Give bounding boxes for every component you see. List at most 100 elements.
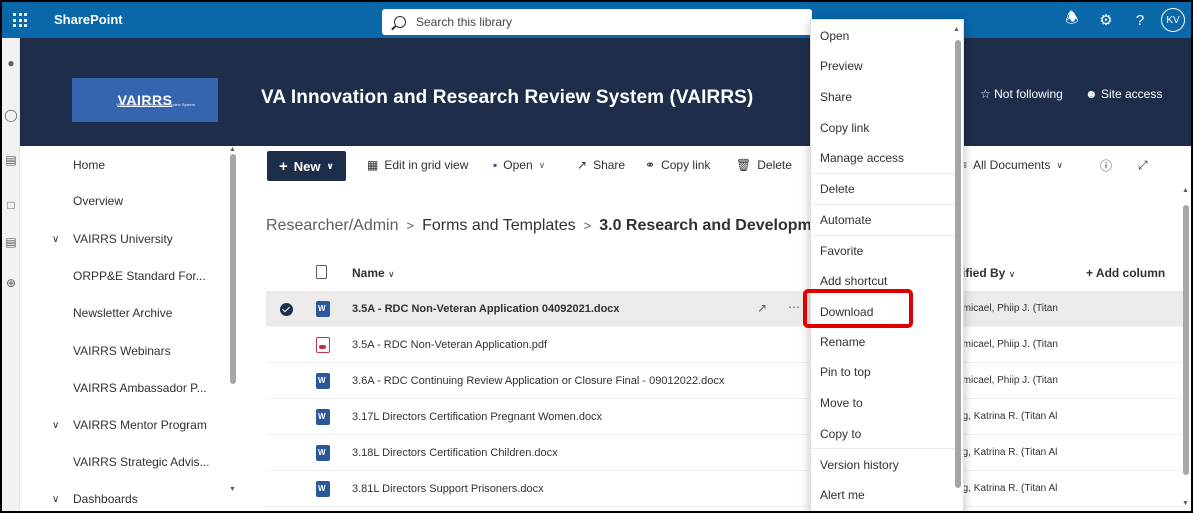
chevron-down-icon: ∨: [538, 159, 546, 170]
file-name[interactable]: 3.17L Directors Certification Pregnant W…: [352, 411, 602, 423]
chevron-down-icon: ∨: [1056, 159, 1063, 170]
add-column-button[interactable]: + Add column: [1086, 266, 1165, 280]
site-header: VAIRRS VA Innovation and Research Review…: [20, 38, 1191, 146]
menu-item-manage-access[interactable]: Manage access: [811, 143, 955, 173]
menu-item-copy-to[interactable]: Copy to: [811, 419, 955, 449]
nav-item-dashboards[interactable]: ∨ Dashboards: [20, 481, 230, 511]
selected-check-icon[interactable]: [280, 303, 293, 316]
copy-link-button[interactable]: ⚭ Copy link: [645, 153, 710, 177]
help-icon[interactable]: ?: [1123, 2, 1157, 38]
nav-item-newsletter-archive[interactable]: Newsletter Archive: [20, 295, 230, 331]
view-selector[interactable]: ≡All Documents∨: [960, 153, 1063, 177]
nav-scrollbar[interactable]: [230, 154, 236, 384]
nav-item-vairrs-strategic-advis[interactable]: VAIRRS Strategic Advis...: [20, 444, 230, 480]
site-access-button[interactable]: ☻ Site access: [1085, 87, 1162, 101]
menu-item-alert-me[interactable]: Alert me: [811, 480, 955, 510]
settings-gear-icon[interactable]: ⚙: [1089, 2, 1123, 38]
app-launcher-icon[interactable]: [2, 2, 38, 38]
nav-item-label: ORPP&E Standard For...: [73, 269, 206, 283]
breadcrumb-item[interactable]: Researcher/Admin: [266, 217, 399, 234]
menu-item-share[interactable]: Share: [811, 82, 955, 112]
nav-scroll-up-icon[interactable]: ▲: [229, 146, 236, 153]
chevron-down-icon[interactable]: ∨: [52, 234, 59, 245]
megaphone-icon[interactable]: 🕭: [1055, 2, 1089, 38]
file-name[interactable]: 3.18L Directors Certification Children.d…: [352, 447, 558, 459]
menu-item-pin-to-top[interactable]: Pin to top: [811, 357, 955, 387]
app-rail: ● ◯ ▤ □ ▤ ⊕: [2, 38, 20, 511]
nav-item-home[interactable]: Home: [20, 147, 230, 183]
file-name[interactable]: 3.6A - RDC Continuing Review Application…: [352, 375, 724, 387]
menu-item-move-to[interactable]: Move to: [811, 388, 955, 418]
site-logo[interactable]: VAIRRS VA Innovation and Research Review…: [72, 78, 218, 122]
menu-item-copy-link[interactable]: Copy link: [811, 113, 955, 143]
share-label: Share: [593, 158, 626, 172]
table-row[interactable]: 3.81L Directors Support Prisoners.docx o…: [266, 471, 1185, 507]
nav-item-orppe-standard[interactable]: ORPP&E Standard For...: [20, 258, 230, 294]
file-icon[interactable]: □: [4, 198, 18, 212]
open-button[interactable]: ▪ Open ∨: [493, 153, 545, 177]
nav-item-overview[interactable]: Overview: [20, 183, 230, 219]
table-row[interactable]: 3.17L Directors Certification Pregnant W…: [266, 399, 1185, 435]
menu-scrollbar[interactable]: [955, 40, 961, 488]
edit-grid-button[interactable]: ▦ Edit in grid view: [367, 153, 468, 177]
nav-item-vairrs-webinars[interactable]: VAIRRS Webinars: [20, 333, 230, 369]
follow-button[interactable]: ☆ Not following: [980, 87, 1063, 101]
new-button[interactable]: + New ∨: [267, 151, 346, 181]
file-name[interactable]: 3.81L Directors Support Prisoners.docx: [352, 483, 544, 495]
more-options-icon[interactable]: ⋯: [788, 300, 800, 314]
scroll-up-icon[interactable]: ▲: [1182, 187, 1189, 194]
chevron-down-icon[interactable]: ∨: [52, 494, 59, 505]
breadcrumb-separator: >: [406, 218, 415, 233]
file-type-icon[interactable]: [316, 265, 327, 279]
star-icon: ☆: [980, 87, 991, 101]
menu-item-preview[interactable]: Preview: [811, 51, 955, 81]
nav-item-label: Dashboards: [73, 492, 138, 506]
breadcrumb-item[interactable]: Forms and Templates: [422, 217, 576, 234]
va-seal-icon[interactable]: ●: [4, 56, 18, 70]
app-name[interactable]: SharePoint: [54, 2, 123, 38]
add-create-icon[interactable]: ⊕: [4, 276, 18, 290]
search-placeholder: Search this library: [416, 15, 513, 29]
breadcrumb-separator: >: [583, 218, 592, 233]
table-row[interactable]: 3.5A - RDC Non-Veteran Application 04092…: [266, 291, 1185, 327]
follow-label: Not following: [994, 87, 1063, 101]
delete-button[interactable]: 🗑 Delete: [736, 153, 792, 177]
pdf-file-icon: [316, 337, 330, 353]
info-icon[interactable]: ⓘ: [1100, 153, 1112, 177]
nav-item-label: VAIRRS University: [73, 232, 173, 246]
menu-item-rename[interactable]: Rename: [811, 327, 955, 357]
chevron-down-icon[interactable]: ∨: [52, 420, 59, 431]
file-name[interactable]: 3.5A - RDC Non-Veteran Application.pdf: [352, 339, 547, 351]
nav-item-label: VAIRRS Mentor Program: [73, 418, 207, 432]
news-icon[interactable]: ▤: [4, 153, 18, 167]
share-button[interactable]: ↗ Share: [577, 153, 625, 177]
new-label: New: [293, 158, 321, 174]
nav-item-vairrs-mentor-program[interactable]: ∨ VAIRRS Mentor Program: [20, 407, 230, 443]
user-avatar[interactable]: KV: [1161, 8, 1185, 32]
table-row[interactable]: 3.18L Directors Certification Children.d…: [266, 435, 1185, 471]
expand-icon[interactable]: ⤢: [1138, 153, 1148, 177]
table-row[interactable]: 3.6A - RDC Continuing Review Application…: [266, 363, 1185, 399]
share-icon[interactable]: ↗: [757, 301, 767, 315]
search-box[interactable]: Search this library: [382, 9, 812, 35]
menu-scroll-up-icon[interactable]: ▲: [953, 26, 960, 33]
globe-icon[interactable]: ◯: [4, 108, 18, 122]
scroll-down-icon[interactable]: ▼: [1182, 500, 1189, 507]
menu-item-delete[interactable]: Delete: [811, 174, 955, 204]
table-row[interactable]: 3.5A - RDC Non-Veteran Application.pdf n…: [266, 327, 1185, 363]
menu-item-favorite[interactable]: Favorite: [811, 236, 955, 266]
file-name[interactable]: 3.5A - RDC Non-Veteran Application 04092…: [352, 303, 620, 315]
lists-icon[interactable]: ▤: [4, 235, 18, 249]
menu-item-version-history[interactable]: Version history: [811, 450, 955, 480]
scrollbar-thumb[interactable]: [1183, 205, 1189, 475]
nav-item-vairrs-university[interactable]: ∨ VAIRRS University: [20, 221, 230, 257]
edit-grid-label: Edit in grid view: [384, 158, 469, 172]
column-header-name[interactable]: Name ∨: [352, 266, 395, 280]
main-scrollbar[interactable]: ▲ ▼: [1182, 187, 1189, 511]
menu-item-open[interactable]: Open: [811, 21, 955, 51]
nav-scroll-down-icon[interactable]: ▼: [229, 486, 236, 493]
nav-item-vairrs-ambassador[interactable]: VAIRRS Ambassador P...: [20, 370, 230, 406]
open-label: Open: [503, 158, 533, 172]
menu-item-automate[interactable]: Automate: [811, 205, 955, 235]
chevron-down-icon: ∨: [326, 160, 334, 171]
